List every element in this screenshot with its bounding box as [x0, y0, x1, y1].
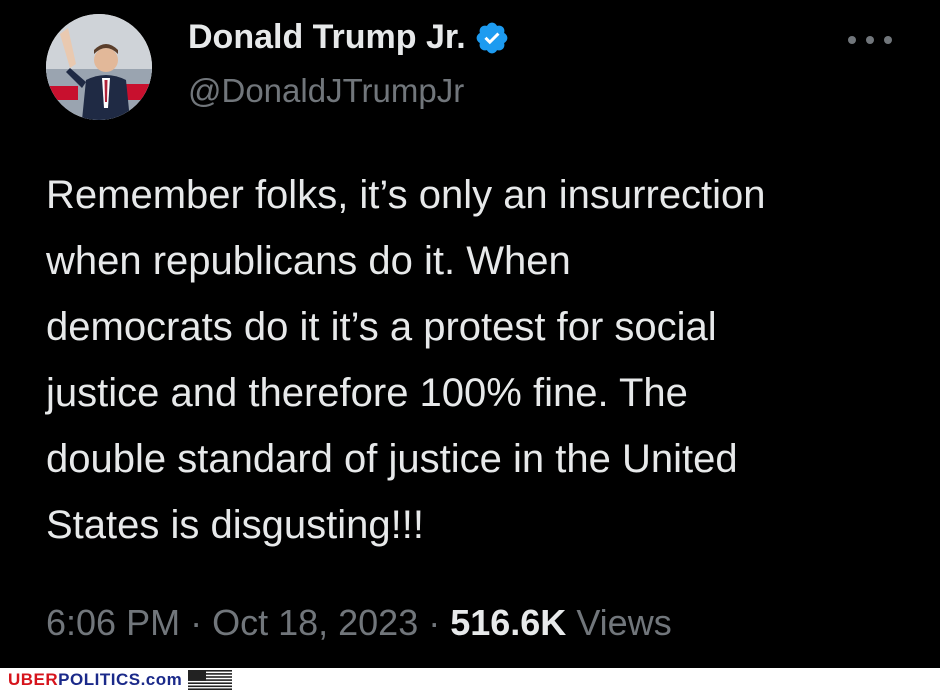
tweet-text-line: double standard of justice in the United	[46, 437, 738, 481]
tweet-text: Remember folks, it’s only an insurrectio…	[46, 162, 916, 558]
author-display-name[interactable]: Donald Trump Jr.	[188, 18, 510, 57]
more-dot	[884, 36, 892, 44]
more-options-icon[interactable]	[848, 30, 892, 50]
tweet-time[interactable]: 6:06 PM	[46, 602, 180, 643]
tweet-text-line: when republicans do it. When	[46, 239, 571, 283]
views-label: Views	[566, 602, 672, 643]
author-handle[interactable]: @DonaldJTrumpJr	[188, 72, 464, 110]
watermark-domain: .com	[140, 670, 183, 689]
tweet-metadata: 6:06 PM · Oct 18, 2023 · 516.6K Views	[46, 602, 672, 644]
avatar-photo-icon	[46, 14, 152, 120]
verified-badge-icon	[476, 22, 508, 53]
tweet-text-line: justice and therefore 100% fine. The	[46, 371, 688, 415]
watermark-politics: POLITICS	[58, 670, 141, 689]
tweet-card: Donald Trump Jr. @DonaldJTrumpJr Remembe…	[0, 0, 940, 668]
watermark-bar: UBERPOLITICS.com	[0, 668, 940, 692]
tweet-text-line: States is disgusting!!!	[46, 503, 424, 547]
meta-separator: ·	[418, 602, 451, 643]
views-count[interactable]: 516.6K	[450, 602, 566, 643]
display-name-text: Donald Trump Jr.	[188, 18, 466, 56]
tweet-text-line: Remember folks, it’s only an insurrectio…	[46, 173, 766, 217]
meta-separator: ·	[180, 602, 213, 643]
more-dot	[866, 36, 874, 44]
author-avatar[interactable]	[46, 14, 152, 120]
watermark-logo: UBERPOLITICS.com	[8, 670, 182, 690]
tweet-text-line: democrats do it it’s a protest for socia…	[46, 305, 717, 349]
more-dot	[848, 36, 856, 44]
tweet-date[interactable]: Oct 18, 2023	[212, 602, 418, 643]
us-flag-icon	[188, 670, 232, 690]
watermark-uber: UBER	[8, 670, 59, 689]
